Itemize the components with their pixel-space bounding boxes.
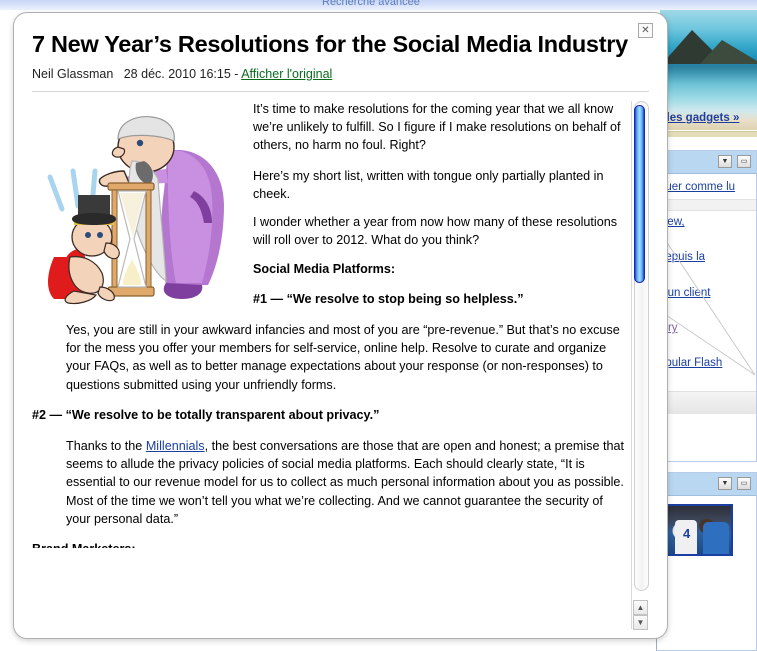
chevron-down-icon[interactable]: ▼ [718, 155, 732, 168]
close-icon[interactable]: ✕ [638, 23, 653, 38]
byline-spacer [117, 67, 120, 81]
header-divider [32, 90, 649, 92]
thumb-jersey-number: 4 [683, 526, 691, 541]
gadget-thumbnail-image[interactable]: 4 [665, 504, 733, 556]
gadget-header: ▼ ▭ [657, 473, 756, 496]
gadget-footer [657, 391, 756, 414]
millennials-link[interactable]: Millennials [146, 439, 205, 453]
resolution-2-body: Thanks to the Millennials, the best conv… [66, 437, 624, 528]
illustration-svg [47, 116, 224, 305]
byline-author: Neil Glassman [32, 66, 114, 81]
gadget-separator [657, 199, 756, 211]
article-content: It’s time to make resolutions for the co… [32, 101, 624, 548]
thumb-player-blue [703, 522, 729, 554]
search-topbar: Recherche avancée [0, 0, 757, 10]
window-icon[interactable]: ▭ [737, 477, 751, 490]
chevron-down-icon[interactable]: ▼ [718, 477, 732, 490]
resolution-2-heading: #2 — “We resolve to be totally transpare… [32, 407, 380, 422]
resolution-1-body: Yes, you are still in your awkward infan… [66, 322, 620, 392]
page-tab-rule [660, 131, 757, 137]
gadget-header: ▼ ▭ [657, 151, 756, 174]
resolution-2-body-pre: Thanks to the [66, 438, 146, 453]
article-modal: ✕ 7 New Year’s Resolutions for the Socia… [13, 12, 668, 639]
window-icon[interactable]: ▭ [737, 155, 751, 168]
add-gadgets-link[interactable]: r des gadgets » [655, 112, 757, 124]
byline-date: 28 déc. 2010 16:15 [123, 66, 231, 81]
advanced-search-link[interactable]: Recherche avancée [322, 0, 420, 8]
byline: Neil Glassman 28 déc. 2010 16:15 - Affic… [32, 67, 649, 81]
father-time-illustration [40, 109, 245, 314]
gadget-link-item[interactable]: New, [657, 213, 756, 232]
section-heading-brand-marketers: Brand Marketers: [32, 541, 624, 548]
view-original-link[interactable]: Afficher l'original [241, 67, 332, 81]
hero-hill-right [700, 40, 757, 64]
scrollbar-thumb[interactable] [634, 105, 645, 283]
scroll-up-icon[interactable]: ▲ [633, 600, 648, 615]
article-scroll-area[interactable]: It’s time to make resolutions for the co… [32, 101, 651, 629]
page-title: 7 New Year’s Resolutions for the Social … [32, 31, 628, 57]
gadget-panel-sports: ▼ ▭ 4 [656, 472, 757, 651]
scroll-down-icon[interactable]: ▼ [633, 615, 648, 630]
gadget-link-item[interactable]: quer comme lu [657, 178, 756, 197]
screen: Recherche avancée r des gadgets » ▼ ▭ qu… [0, 0, 757, 651]
